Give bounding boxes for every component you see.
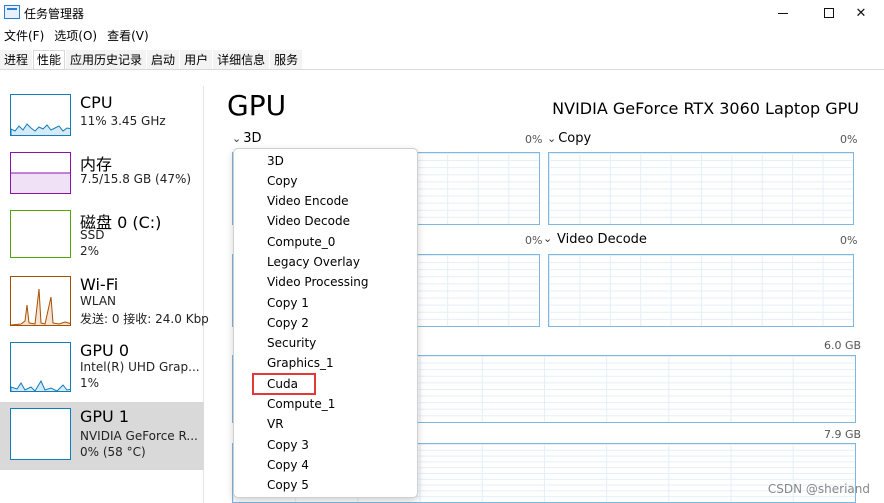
sidebar-item-detail: SSD <box>80 228 105 242</box>
engine-percent: 0% <box>840 133 858 146</box>
close-icon: ✕ <box>855 5 867 21</box>
sidebar-item-detail: WLAN <box>80 294 117 308</box>
sidebar-item-title: CPU <box>80 93 113 112</box>
sidebar-item-detail: NVIDIA GeForce R... <box>80 429 198 443</box>
dropdown-option-video-decode[interactable]: Video Decode <box>267 214 350 228</box>
tab-performance[interactable]: 性能 <box>33 50 66 69</box>
engine-selector-label: Copy <box>558 131 592 146</box>
cpu-mini-graph <box>10 94 71 136</box>
dropdown-option-copy[interactable]: Copy <box>267 174 297 188</box>
dropdown-option-copy-4[interactable]: Copy 4 <box>267 458 309 472</box>
tab-details[interactable]: 详细信息 <box>213 50 270 69</box>
dropdown-option-compute-1[interactable]: Compute_1 <box>267 397 335 411</box>
engine-graph-copy <box>548 152 854 225</box>
dropdown-option-graphics-1[interactable]: Graphics_1 <box>267 356 334 370</box>
sidebar-item-title: GPU 1 <box>80 407 130 426</box>
sidebar-item-detail: 发送: 0 接收: 24.0 Kbp <box>80 312 209 326</box>
sidebar-item-detail: 7.5/15.8 GB (47%) <box>80 172 192 186</box>
sidebar-item-detail: Intel(R) UHD Grap... <box>80 360 200 374</box>
sidebar-item-detail: 0% (58 °C) <box>80 445 146 459</box>
wifi-mini-graph <box>10 276 71 326</box>
sidebar-item-memory[interactable]: 内存 7.5/15.8 GB (47%) <box>0 148 204 214</box>
performance-sidebar: CPU 11% 3.45 GHz 内存 7.5/15.8 GB (47%) 磁盘… <box>0 86 209 503</box>
gpu-model-name: NVIDIA GeForce RTX 3060 Laptop GPU <box>552 99 859 118</box>
sidebar-item-gpu1[interactable]: GPU 1 NVIDIA GeForce R... 0% (58 °C) <box>0 402 204 470</box>
task-manager-icon <box>4 5 20 19</box>
engine-selector-chevron[interactable]: ⌄ <box>543 231 554 246</box>
menu-bar: 文件(F) 选项(O) 查看(V) <box>0 27 155 45</box>
gpu1-mini-graph <box>10 408 71 460</box>
tab-users[interactable]: 用户 <box>180 50 213 69</box>
minimize-icon <box>778 12 788 14</box>
engine-percent: 0% <box>525 133 543 146</box>
sidebar-item-detail: 1% <box>80 376 100 390</box>
cuda-highlight-box <box>252 373 316 395</box>
chevron-down-icon: ⌄ <box>547 132 557 145</box>
sidebar-item-gpu0[interactable]: GPU 0 Intel(R) UHD Grap... 1% <box>0 338 204 404</box>
tab-app-history[interactable]: 应用历史记录 <box>66 50 147 69</box>
tab-startup[interactable]: 启动 <box>147 50 180 69</box>
menu-options[interactable]: 选项(O) <box>50 27 101 45</box>
sidebar-item-detail: 11% 3.45 GHz <box>80 114 166 128</box>
window-title: 任务管理器 <box>24 7 85 21</box>
dropdown-option-copy-2[interactable]: Copy 2 <box>267 316 309 330</box>
sidebar-item-title: GPU 0 <box>80 341 130 360</box>
engine-percent: 0% <box>840 234 858 247</box>
menu-file[interactable]: 文件(F) <box>0 27 48 45</box>
chevron-down-icon: ⌄ <box>543 232 553 245</box>
sidebar-item-detail: 2% <box>80 244 100 258</box>
maximize-icon <box>824 8 834 18</box>
tab-processes[interactable]: 进程 <box>0 50 33 69</box>
close-button[interactable]: ✕ <box>838 0 884 26</box>
engine-percent: 0% <box>525 234 543 247</box>
dropdown-option-video-encode[interactable]: Video Encode <box>267 194 349 208</box>
title-bar: 任务管理器 ✕ <box>0 0 884 26</box>
dedicated-memory-max: 6.0 GB <box>824 339 862 352</box>
engine-graph-video-decode <box>548 254 854 327</box>
tab-bar: 进程 性能 应用历史记录 启动 用户 详细信息 服务 <box>0 50 884 70</box>
dropdown-option-copy-5[interactable]: Copy 5 <box>267 478 309 492</box>
page-title: GPU <box>227 89 287 122</box>
engine-selector-label: 3D <box>243 131 262 146</box>
tab-services[interactable]: 服务 <box>270 50 303 69</box>
engine-selector-copy[interactable]: ⌄ Copy <box>547 131 591 146</box>
engine-selector-label: Video Decode <box>557 232 647 247</box>
dropdown-option-compute-0[interactable]: Compute_0 <box>267 235 335 249</box>
dropdown-option-video-processing[interactable]: Video Processing <box>267 275 369 289</box>
gpu0-mini-graph <box>10 342 71 392</box>
engine-selector-video-decode[interactable]: Video Decode <box>557 232 647 247</box>
shared-memory-max: 7.9 GB <box>824 428 862 441</box>
disk-mini-graph <box>10 210 71 258</box>
watermark: CSDN @sheriand <box>767 482 870 496</box>
sidebar-item-wifi[interactable]: Wi-Fi WLAN 发送: 0 接收: 24.0 Kbp <box>0 272 209 338</box>
sidebar-item-title: Wi-Fi <box>80 275 119 294</box>
dropdown-option-copy-1[interactable]: Copy 1 <box>267 296 309 310</box>
minimize-button[interactable] <box>760 0 806 26</box>
engine-dropdown-list: 3D Copy Video Encode Video Decode Comput… <box>233 148 418 498</box>
menu-view[interactable]: 查看(V) <box>103 27 153 45</box>
sidebar-item-cpu[interactable]: CPU 11% 3.45 GHz <box>0 90 204 156</box>
memory-mini-graph <box>10 152 71 194</box>
chevron-down-icon: ⌄ <box>232 132 242 145</box>
engine-selector-3d[interactable]: ⌄ 3D <box>232 131 262 146</box>
dropdown-option-legacy-overlay[interactable]: Legacy Overlay <box>267 255 360 269</box>
dropdown-option-vr[interactable]: VR <box>267 417 284 431</box>
dropdown-option-copy-3[interactable]: Copy 3 <box>267 438 309 452</box>
sidebar-item-disk[interactable]: 磁盘 0 (C:) SSD 2% <box>0 206 204 272</box>
dropdown-option-security[interactable]: Security <box>267 336 316 350</box>
dropdown-option-3d[interactable]: 3D <box>267 154 284 168</box>
